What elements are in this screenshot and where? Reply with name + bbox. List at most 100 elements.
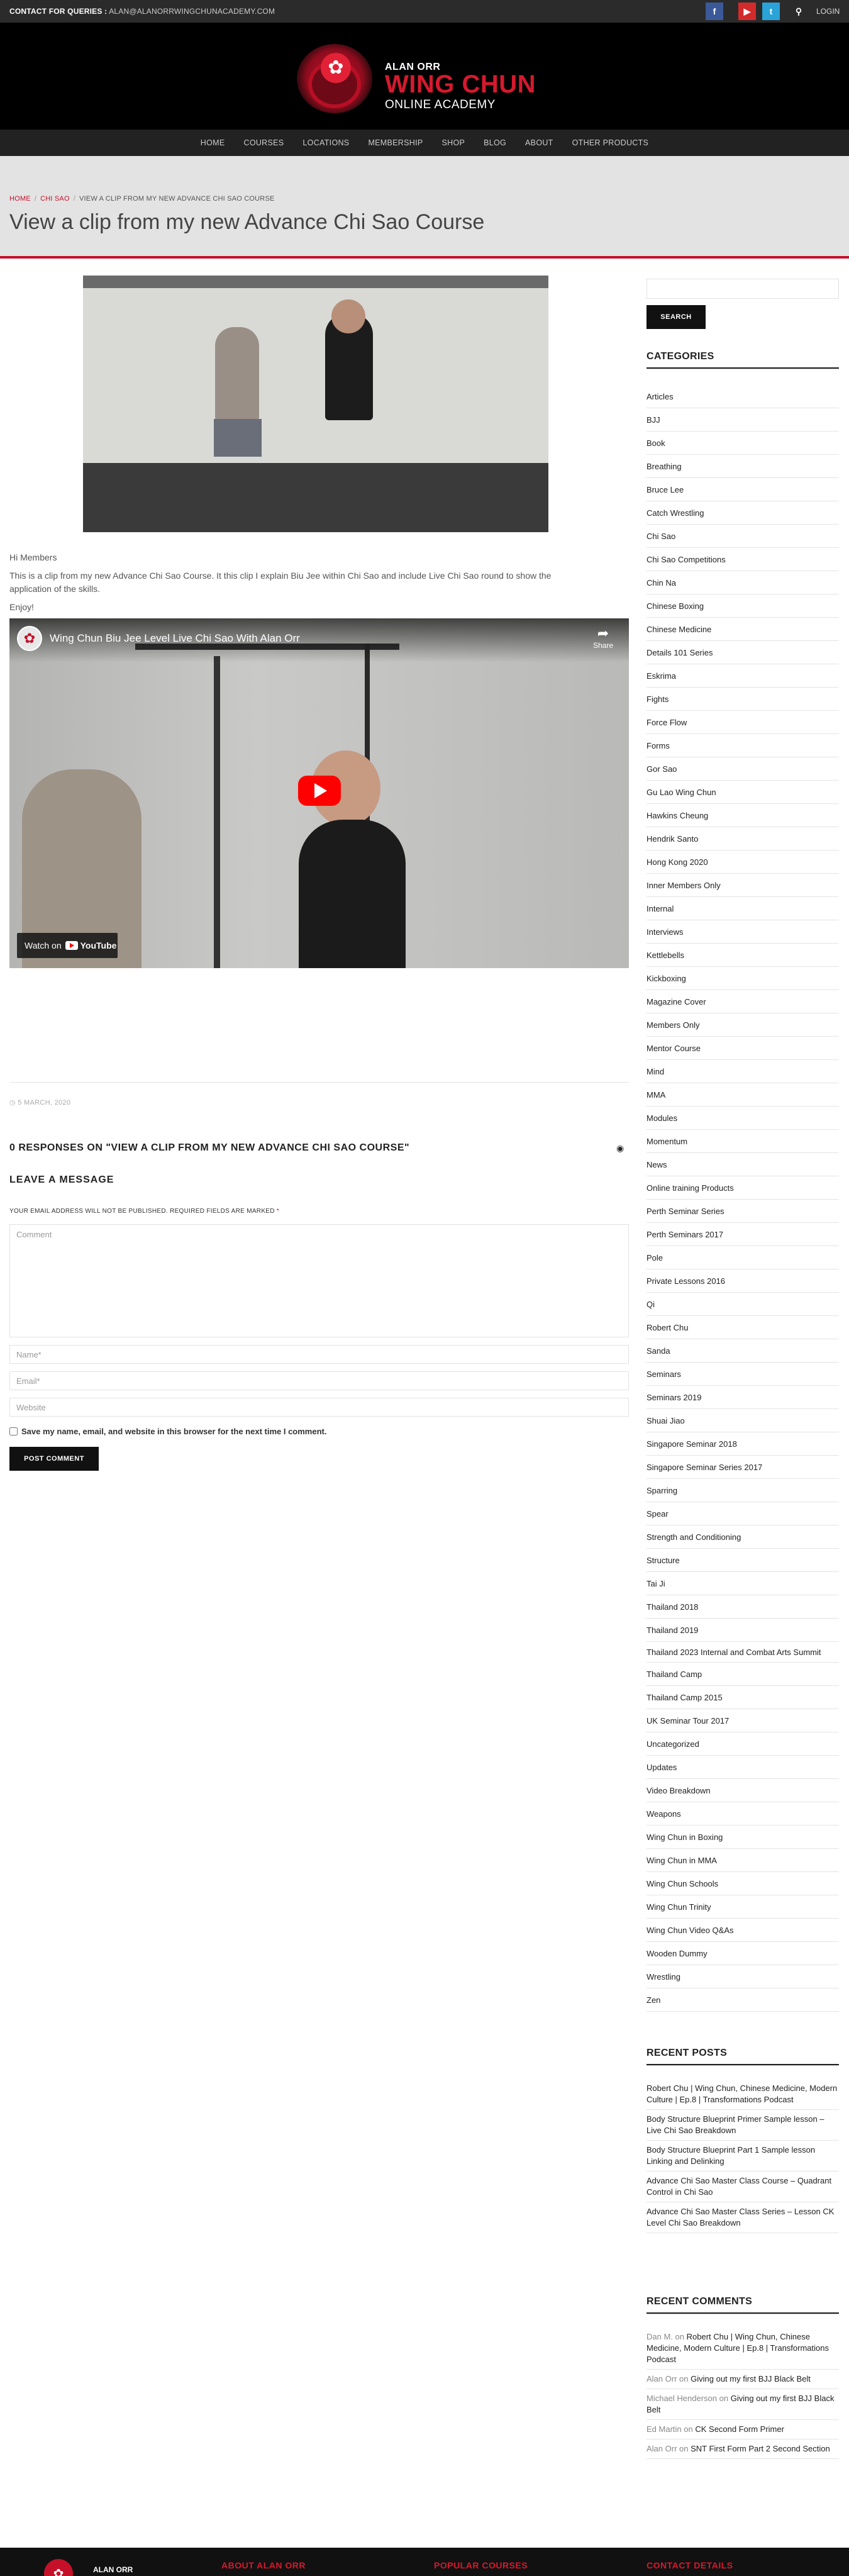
category-link[interactable]: Eskrima <box>646 664 839 688</box>
comment-post-link[interactable]: SNT First Form Part 2 Second Section <box>691 2444 830 2453</box>
category-link[interactable]: Mentor Course <box>646 1037 839 1060</box>
category-link[interactable]: Chi Sao <box>646 525 839 548</box>
category-link[interactable]: Seminars <box>646 1363 839 1386</box>
category-link[interactable]: Force Flow <box>646 711 839 734</box>
category-link[interactable]: Private Lessons 2016 <box>646 1269 839 1293</box>
facebook-icon[interactable]: f <box>706 3 723 20</box>
breadcrumb-home[interactable]: HOME <box>9 195 31 203</box>
nav-blog[interactable]: BLOG <box>474 138 516 147</box>
save-info-checkbox[interactable] <box>9 1427 18 1436</box>
category-link[interactable]: Singapore Seminar Series 2017 <box>646 1456 839 1479</box>
nav-shop[interactable]: SHOP <box>432 138 474 147</box>
category-link[interactable]: Updates <box>646 1756 839 1779</box>
comment-post-link[interactable]: Robert Chu | Wing Chun, Chinese Medicine… <box>646 2332 829 2364</box>
post-comment-button[interactable]: POST COMMENT <box>9 1447 99 1471</box>
category-link[interactable]: Inner Members Only <box>646 874 839 897</box>
recent-post-link[interactable]: Body Structure Blueprint Primer Sample l… <box>646 2110 839 2141</box>
breadcrumb-category[interactable]: CHI SAO <box>40 195 70 203</box>
category-link[interactable]: UK Seminar Tour 2017 <box>646 1709 839 1732</box>
category-link[interactable]: Tai Ji <box>646 1572 839 1595</box>
category-link[interactable]: BJJ <box>646 408 839 432</box>
category-link[interactable]: Wing Chun Video Q&As <box>646 1919 839 1942</box>
category-link[interactable]: Fights <box>646 688 839 711</box>
category-link[interactable]: Uncategorized <box>646 1732 839 1756</box>
website-field[interactable] <box>9 1398 629 1417</box>
category-link[interactable]: Chin Na <box>646 571 839 594</box>
sidebar-search-input[interactable] <box>646 279 839 299</box>
category-link[interactable]: Thailand 2019 <box>646 1619 839 1642</box>
nav-courses[interactable]: COURSES <box>235 138 294 147</box>
comment-post-link[interactable]: CK Second Form Primer <box>695 2424 784 2434</box>
recent-post-link[interactable]: Advance Chi Sao Master Class Course – Qu… <box>646 2172 839 2202</box>
sidebar-search-button[interactable]: SEARCH <box>646 305 706 329</box>
category-link[interactable]: Perth Seminars 2017 <box>646 1223 839 1246</box>
category-link[interactable]: Breathing <box>646 455 839 478</box>
category-link[interactable]: Sanda <box>646 1339 839 1363</box>
category-link[interactable]: Singapore Seminar 2018 <box>646 1432 839 1456</box>
category-link[interactable]: Catch Wrestling <box>646 501 839 525</box>
category-link[interactable]: Seminars 2019 <box>646 1386 839 1409</box>
category-link[interactable]: Thailand 2023 Internal and Combat Arts S… <box>646 1642 839 1663</box>
category-link[interactable]: Video Breakdown <box>646 1779 839 1802</box>
category-link[interactable]: Interviews <box>646 920 839 944</box>
category-link[interactable]: Qi <box>646 1293 839 1316</box>
category-link[interactable]: Robert Chu <box>646 1316 839 1339</box>
twitter-icon[interactable]: t <box>762 3 780 20</box>
category-link[interactable]: Hong Kong 2020 <box>646 850 839 874</box>
recent-post-link[interactable]: Robert Chu | Wing Chun, Chinese Medicine… <box>646 2079 839 2110</box>
category-link[interactable]: Spear <box>646 1502 839 1525</box>
category-link[interactable]: Pole <box>646 1246 839 1269</box>
nav-other-products[interactable]: OTHER PRODUCTS <box>563 138 658 147</box>
nav-membership[interactable]: MEMBERSHIP <box>358 138 432 147</box>
category-link[interactable]: Hendrik Santo <box>646 827 839 850</box>
category-link[interactable]: Chinese Boxing <box>646 594 839 618</box>
category-link[interactable]: Wing Chun Trinity <box>646 1895 839 1919</box>
category-link[interactable]: Perth Seminar Series <box>646 1200 839 1223</box>
youtube-video-embed[interactable]: ✿ Wing Chun Biu Jee Level Live Chi Sao W… <box>9 618 629 968</box>
contact-email-link[interactable]: ALAN@ALANORRWINGCHUNACADEMY.COM <box>109 7 275 16</box>
category-link[interactable]: Chi Sao Competitions <box>646 548 839 571</box>
category-link[interactable]: Thailand Camp <box>646 1663 839 1686</box>
category-link[interactable]: Zen <box>646 1988 839 2012</box>
share-button[interactable]: ➦ Share <box>587 626 619 650</box>
name-field[interactable] <box>9 1345 629 1364</box>
play-button[interactable] <box>298 776 341 806</box>
category-link[interactable]: Kettlebells <box>646 944 839 967</box>
category-link[interactable]: Weapons <box>646 1802 839 1826</box>
category-link[interactable]: Sparring <box>646 1479 839 1502</box>
site-logo[interactable]: ✿ ALAN ORR WING CHUN ONLINE ACADEMY <box>297 39 555 117</box>
category-link[interactable]: Thailand Camp 2015 <box>646 1686 839 1709</box>
category-link[interactable]: Hawkins Cheung <box>646 804 839 827</box>
youtube-icon[interactable]: ▶ <box>738 3 756 20</box>
category-link[interactable]: Bruce Lee <box>646 478 839 501</box>
category-link[interactable]: Magazine Cover <box>646 990 839 1013</box>
category-link[interactable]: Gor Sao <box>646 757 839 781</box>
login-link[interactable]: LOGIN <box>816 7 840 16</box>
video-title[interactable]: Wing Chun Biu Jee Level Live Chi Sao Wit… <box>50 632 300 645</box>
comment-post-link[interactable]: Giving out my first BJJ Black Belt <box>691 2374 811 2384</box>
category-link[interactable]: Articles <box>646 385 839 408</box>
category-link[interactable]: Shuai Jiao <box>646 1409 839 1432</box>
footer-logo-icon[interactable]: ✿ <box>44 2559 73 2576</box>
channel-avatar-icon[interactable]: ✿ <box>17 626 42 651</box>
category-link[interactable]: Structure <box>646 1549 839 1572</box>
category-link[interactable]: News <box>646 1153 839 1176</box>
recent-post-link[interactable]: Body Structure Blueprint Part 1 Sample l… <box>646 2141 839 2172</box>
rss-icon[interactable]: ◉ <box>616 1143 624 1154</box>
category-link[interactable]: Strength and Conditioning <box>646 1525 839 1549</box>
category-link[interactable]: Details 101 Series <box>646 641 839 664</box>
category-link[interactable]: Wing Chun in MMA <box>646 1849 839 1872</box>
category-link[interactable]: MMA <box>646 1083 839 1107</box>
save-info-checkbox-row[interactable]: Save my name, email, and website in this… <box>9 1427 326 1436</box>
nav-home[interactable]: HOME <box>191 138 235 147</box>
nav-about[interactable]: ABOUT <box>516 138 563 147</box>
email-field[interactable] <box>9 1371 629 1390</box>
category-link[interactable]: Forms <box>646 734 839 757</box>
category-link[interactable]: Members Only <box>646 1013 839 1037</box>
category-link[interactable]: Wing Chun in Boxing <box>646 1826 839 1849</box>
category-link[interactable]: Internal <box>646 897 839 920</box>
category-link[interactable]: Online training Products <box>646 1176 839 1200</box>
category-link[interactable]: Momentum <box>646 1130 839 1153</box>
category-link[interactable]: Thailand 2018 <box>646 1595 839 1619</box>
category-link[interactable]: Wooden Dummy <box>646 1942 839 1965</box>
